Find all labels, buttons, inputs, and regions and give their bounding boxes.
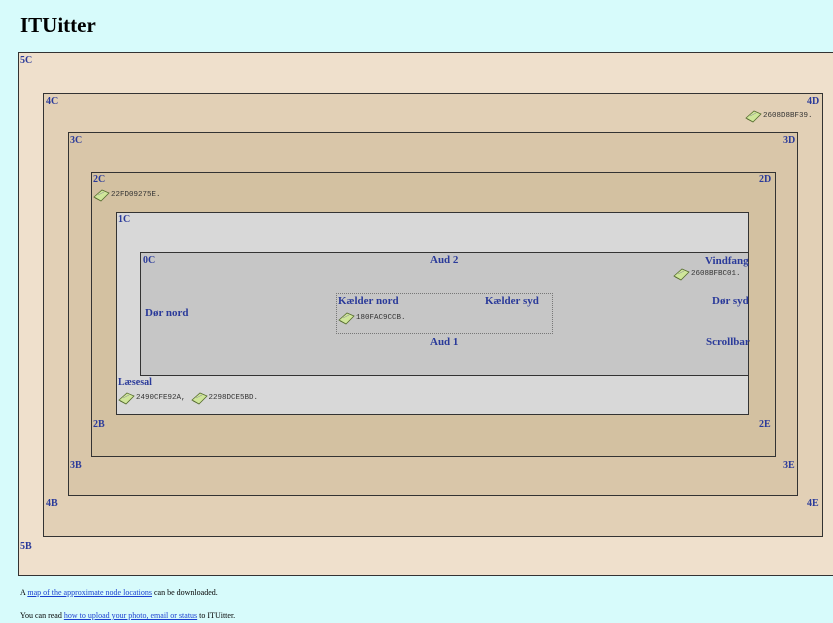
label-2e: 2E [759,419,771,430]
footer-line-upload: You can read how to upload your photo, e… [20,611,235,620]
node-id: 2608BFBC01. [691,270,741,278]
node-id: 2608D8BF39. [763,112,813,120]
label-3b: 3B [70,460,82,471]
book-icon [338,310,355,326]
node-id: 2490CFE92A, [136,394,186,402]
node-2c[interactable]: 22FD09275E. [93,187,161,203]
book-icon [190,390,208,406]
label-4e: 4E [807,498,819,509]
label-kaelder-syd: Kælder syd [485,295,539,307]
label-0c: 0C [143,255,156,266]
label-scrollbar: Scrollbar [706,336,750,348]
label-3c: 3C [70,135,83,146]
label-3d: 3D [783,135,796,146]
label-kaelder-nord: Kælder nord [338,295,399,307]
label-2d: 2D [759,174,772,185]
label-laesesal: Læsesal [118,377,152,388]
book-icon [673,266,690,282]
node-id: 2298DCE5BD. [208,394,259,402]
book-icon [745,108,762,124]
footer-text: A [20,588,26,597]
label-4d: 4D [807,96,820,107]
label-3e: 3E [783,460,795,471]
footer-text: can be downloaded. [153,588,218,597]
label-aud1: Aud 1 [430,336,459,348]
upload-howto-link[interactable]: how to upload your photo, email or statu… [64,611,197,620]
label-2c: 2C [93,174,106,185]
book-icon [93,187,110,203]
label-5c: 5C [20,55,33,66]
page-title: ITUitter [20,13,96,37]
label-dor-syd: Dør syd [712,295,749,307]
node-vindfang[interactable]: 2608BFBC01. [673,266,741,282]
node-id: 22FD09275E. [111,191,161,199]
label-4b: 4B [46,498,58,509]
node-laesesal[interactable]: 2490CFE92A, 2298DCE5BD. [118,390,258,406]
label-aud2: Aud 2 [430,254,459,266]
book-icon [118,390,135,406]
map-download-link[interactable]: map of the approximate node locations [27,588,152,597]
node-kaelder[interactable]: 180FAC9CCB. [338,310,406,326]
label-1c: 1C [118,214,131,225]
node-4d[interactable]: 2608D8BF39. [745,108,813,124]
label-4c: 4C [46,96,59,107]
label-2b: 2B [93,419,105,430]
footer-text: to ITUitter. [199,611,236,620]
label-5b: 5B [20,541,32,552]
node-id: 180FAC9CCB. [356,314,406,322]
footer-line-map: A map of the approximate node locations … [20,588,218,597]
node-location-map: 5C 5B 4C 4D 4B 4E 3C 3D 3B 3E 2C 2D 2B 2… [18,52,833,576]
footer-text: You can read [20,611,62,620]
label-dor-nord: Dør nord [145,307,189,319]
